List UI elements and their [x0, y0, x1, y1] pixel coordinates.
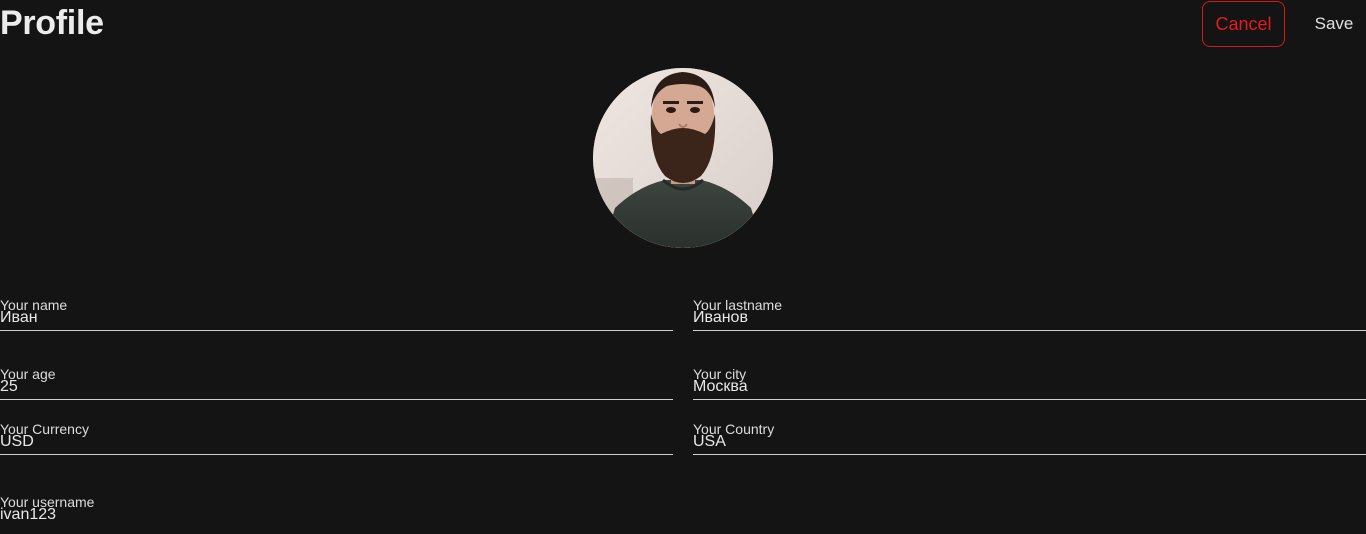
avatar[interactable] [593, 68, 773, 248]
country-input[interactable] [693, 431, 1366, 453]
avatar-photo [593, 68, 773, 248]
country-underline [693, 454, 1366, 455]
age-input[interactable] [0, 376, 673, 398]
username-input[interactable] [0, 504, 673, 526]
currency-underline [0, 454, 673, 455]
city-input[interactable] [693, 376, 1366, 398]
city-underline [693, 399, 1366, 400]
cancel-button[interactable]: Cancel [1202, 1, 1285, 47]
page-title: Profile [0, 4, 104, 42]
lastname-input[interactable] [693, 307, 1366, 329]
age-underline [0, 399, 673, 400]
name-input[interactable] [0, 307, 673, 329]
currency-input[interactable] [0, 431, 673, 453]
lastname-underline [693, 330, 1366, 331]
profile-page: Profile Cancel Save Your name Иван Your … [0, 0, 1366, 534]
name-underline [0, 330, 673, 331]
save-button[interactable]: Save [1302, 1, 1366, 47]
